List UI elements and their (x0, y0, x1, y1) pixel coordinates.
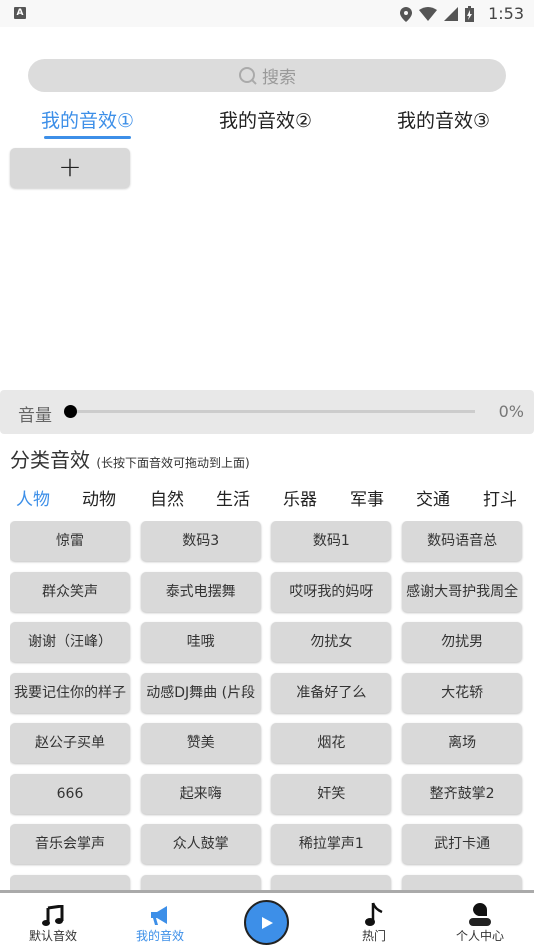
sound-button[interactable]: 武打卡通 (402, 824, 523, 864)
signal-icon (444, 7, 458, 21)
sound-button[interactable]: 我要记住你的样子 (10, 672, 130, 713)
category-tab[interactable]: 乐器 (283, 485, 317, 510)
volume-slider-thumb[interactable] (64, 405, 77, 418)
search-placeholder: 搜索 (262, 68, 296, 88)
sound-button[interactable]: 烟花 (271, 723, 392, 763)
volume-label: 音量 (18, 406, 52, 426)
battery-icon (465, 6, 474, 22)
sound-button[interactable]: 数码1 (271, 521, 392, 561)
sound-button[interactable]: 起来嗨 (140, 773, 261, 814)
sound-button[interactable] (271, 874, 392, 891)
sound-button[interactable]: 惊雷 (10, 521, 130, 561)
sound-button[interactable]: 奸笑 (271, 773, 392, 814)
nav-label: 个人中心 (455, 929, 504, 943)
nav-profile[interactable]: 个人中心 (435, 901, 525, 944)
sound-button[interactable]: 哇哦 (140, 622, 261, 662)
sound-button[interactable]: 大花轿 (402, 672, 523, 713)
sound-button[interactable]: 数码语音总 (402, 521, 523, 561)
category-tab[interactable]: 动物 (82, 485, 116, 510)
nav-label: 我的音效 (135, 929, 184, 943)
tab-my-sounds-1[interactable]: 我的音效① (41, 106, 134, 139)
category-tab[interactable]: 交通 (416, 485, 450, 510)
add-sound-button[interactable]: + (10, 148, 130, 188)
sound-button[interactable]: 离场 (402, 723, 523, 763)
sound-button[interactable]: 动感DJ舞曲 (片段 (140, 672, 261, 713)
sound-button[interactable]: 勿扰女 (271, 622, 392, 662)
category-tab[interactable]: 自然 (150, 485, 184, 510)
sound-button[interactable]: 稀拉掌声1 (271, 824, 392, 864)
music-notes-icon (42, 905, 64, 926)
sound-button[interactable]: 整齐鼓掌2 (402, 773, 523, 814)
play-button[interactable] (244, 900, 289, 945)
search-icon (239, 66, 257, 85)
my-sounds-tabs: 我的音效① 我的音效② 我的音效③ (0, 106, 534, 139)
sound-button[interactable]: 准备好了么 (271, 672, 392, 713)
nav-hot[interactable]: 热门 (329, 901, 419, 944)
nav-my-sounds[interactable]: 我的音效 (115, 901, 205, 944)
tab-my-sounds-3[interactable]: 我的音效③ (397, 106, 490, 133)
category-hint: (长按下面音效可拖动到上面) (96, 456, 250, 470)
play-icon (261, 916, 273, 929)
category-tab[interactable]: 打斗 (483, 485, 517, 510)
clock: 1:53 (488, 4, 524, 23)
person-icon (469, 903, 491, 926)
category-tab[interactable]: 人物 (16, 485, 50, 510)
sound-button[interactable]: 哎呀我的妈呀 (271, 571, 392, 612)
volume-bar: 音量 0% (0, 390, 534, 434)
tab-my-sounds-2[interactable]: 我的音效② (219, 106, 312, 133)
status-bar: A 1:53 (0, 0, 534, 27)
sound-button[interactable]: 众人鼓掌 (140, 824, 261, 864)
location-icon (400, 6, 412, 22)
category-title: 分类音效 (10, 448, 90, 472)
sound-button[interactable]: 赞美 (140, 723, 261, 763)
nav-default-sounds[interactable]: 默认音效 (8, 901, 98, 944)
sound-button[interactable]: 勿扰男 (402, 622, 523, 662)
wifi-icon (419, 7, 437, 21)
sound-button[interactable] (402, 874, 523, 891)
sound-button[interactable]: 群众笑声 (10, 571, 130, 612)
sound-button[interactable]: 数码3 (140, 521, 261, 561)
nav-label: 默认音效 (28, 929, 77, 943)
sound-button[interactable]: 泰式电摆舞 (140, 571, 261, 612)
sound-button[interactable]: 音乐会掌声 (10, 824, 130, 864)
sound-grid: 惊雷 数码3 数码1 数码语音总群众笑声 泰式电摆舞 哎呀我的妈呀 感谢大哥护我周全谢谢（汪… (10, 521, 524, 891)
volume-value: 0% (498, 402, 524, 421)
volume-slider[interactable] (70, 410, 475, 413)
app-notification-icon: A (14, 7, 26, 19)
sound-button[interactable]: 赵公子买单 (10, 723, 130, 763)
search-input[interactable]: 搜索 (28, 59, 506, 92)
music-note-icon (365, 902, 383, 926)
sound-button[interactable] (10, 874, 130, 891)
category-heading: 分类音效 (长按下面音效可拖动到上面) (10, 444, 250, 473)
sound-button[interactable]: 感谢大哥护我周全 (402, 571, 523, 612)
sound-button[interactable] (140, 874, 261, 891)
bottom-nav: 默认音效 我的音效 热门 个人中心 (0, 890, 534, 950)
category-tab[interactable]: 生活 (216, 485, 250, 510)
sound-button[interactable]: 谢谢（汪峰） (10, 622, 130, 662)
category-tab[interactable]: 军事 (350, 485, 384, 510)
sound-button[interactable]: 666 (10, 773, 130, 814)
nav-label: 热门 (361, 929, 386, 943)
megaphone-icon (151, 906, 167, 925)
